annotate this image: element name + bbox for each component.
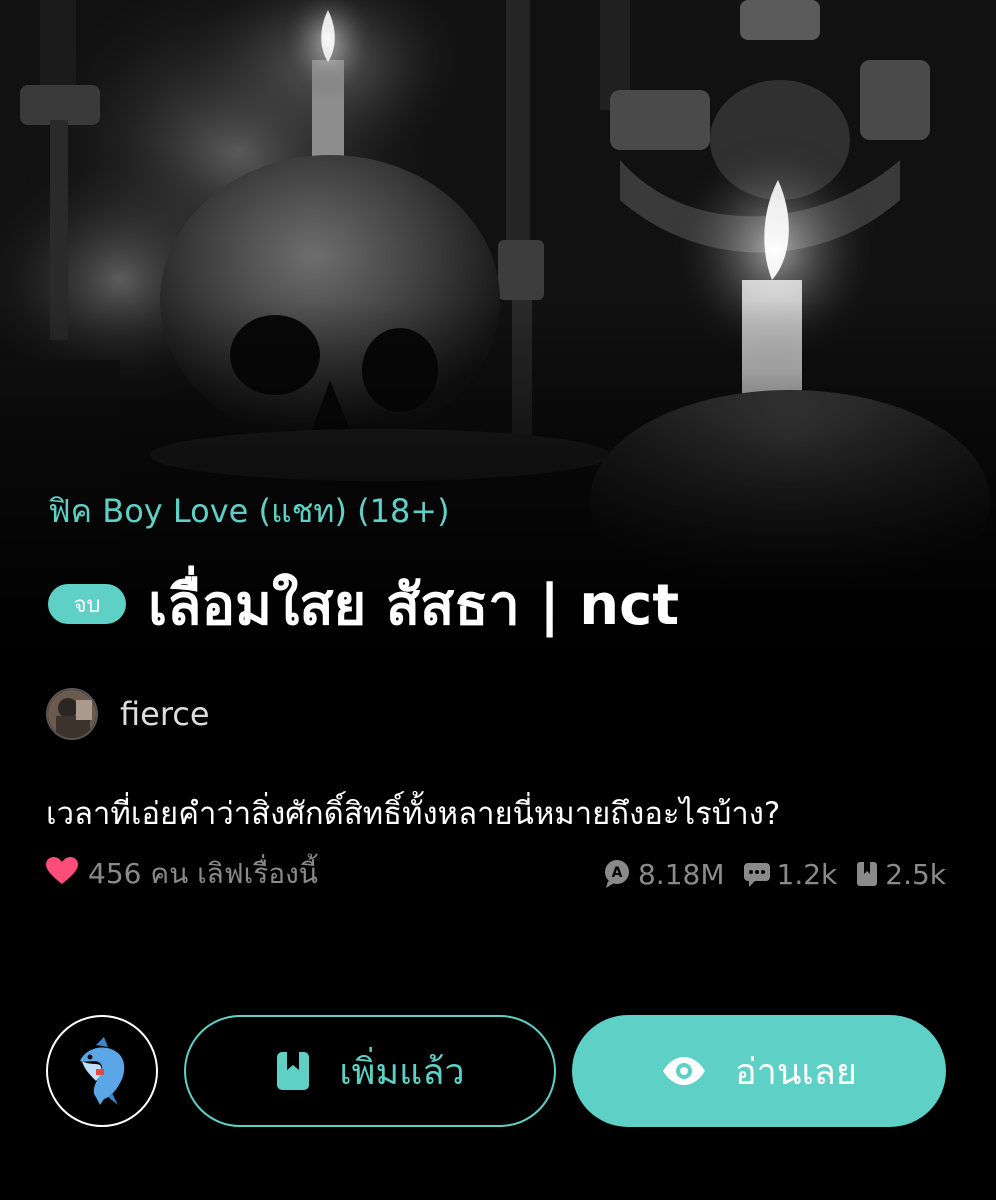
- stats-row: 456 คน เลิฟเรื่องนี้ A 8.18M 1.2k 2.5k: [46, 852, 946, 896]
- status-badge: จบ: [48, 584, 126, 624]
- mascot-button[interactable]: [46, 1015, 158, 1127]
- book-icon: [857, 862, 878, 886]
- action-bar: เพิ่มแล้ว อ่านเลย: [46, 1014, 946, 1130]
- story-synopsis: เวลาที่เอ่ยคำว่าสิ่งศักดิ์สิทธิ์ทั้งหลาย…: [46, 796, 781, 832]
- bookmarks-stat: 2.5k: [855, 858, 946, 891]
- story-category[interactable]: ฟิค Boy Love (แชท) (18+): [48, 486, 450, 537]
- author-avatar: [46, 688, 98, 740]
- likes[interactable]: 456 คน เลิฟเรื่องนี้: [46, 852, 318, 896]
- eye-icon: [661, 1056, 707, 1086]
- title-row: จบ เลื่อมใสย สัสธา | nct: [48, 568, 679, 640]
- added-label: เพิ่มแล้ว: [339, 1051, 465, 1093]
- read-now-button[interactable]: อ่านเลย: [572, 1015, 946, 1127]
- views-stat: A 8.18M: [602, 858, 725, 891]
- added-to-library-button[interactable]: เพิ่มแล้ว: [184, 1015, 556, 1127]
- story-title: เลื่อมใสย สัสธา | nct: [148, 572, 680, 638]
- bookmark-icon: [275, 1050, 311, 1092]
- stats-counts: A 8.18M 1.2k 2.5k: [584, 858, 946, 891]
- comment-icon: [743, 863, 770, 887]
- author-name: fierce: [120, 695, 210, 733]
- read-label: อ่านเลย: [735, 1051, 857, 1093]
- svg-text:A: A: [612, 865, 623, 881]
- comments-count: 1.2k: [776, 857, 838, 891]
- comments-stat: 1.2k: [743, 857, 838, 891]
- dolphin-icon: [80, 1037, 125, 1105]
- author-link[interactable]: fierce: [46, 688, 210, 740]
- bookmarks-count: 2.5k: [885, 857, 946, 891]
- likes-text: 456 คน เลิฟเรื่องนี้: [88, 857, 318, 890]
- heart-icon: [46, 856, 78, 892]
- views-icon: A: [604, 860, 629, 888]
- views-count: 8.18M: [637, 857, 725, 891]
